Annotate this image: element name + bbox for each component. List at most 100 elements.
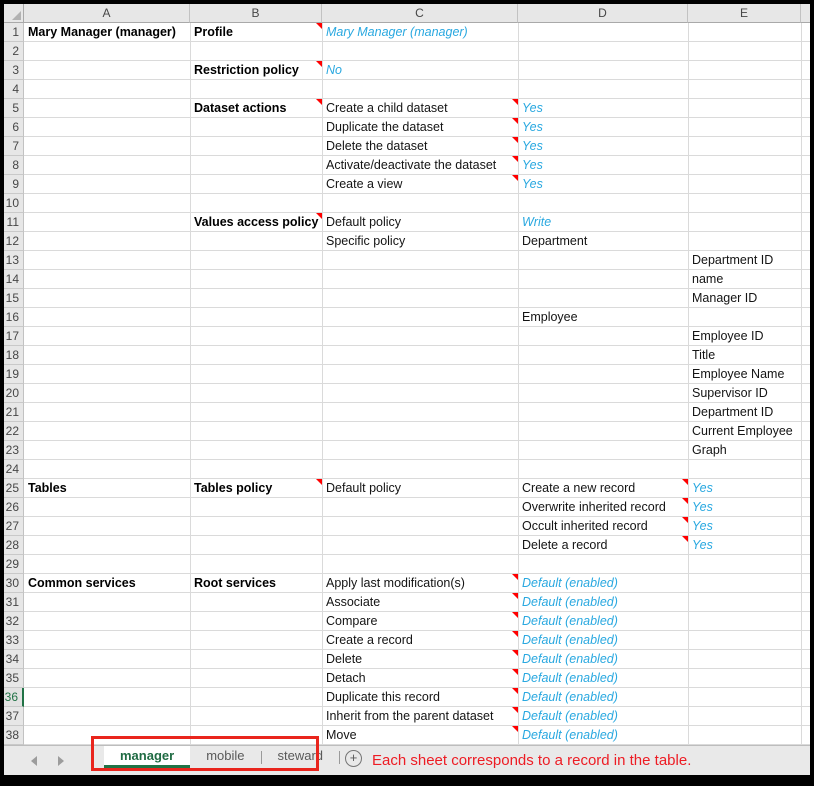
row-header-35[interactable]: 35: [4, 669, 24, 688]
row-header-36[interactable]: 36: [4, 688, 24, 707]
cell-C8[interactable]: Activate/deactivate the dataset: [322, 156, 518, 175]
column-header-D[interactable]: D: [518, 4, 688, 23]
cell-D25[interactable]: Create a new record: [518, 479, 688, 498]
cell-D7[interactable]: Yes: [518, 137, 688, 156]
cell-D28[interactable]: Delete a record: [518, 536, 688, 555]
cell-E17[interactable]: Employee ID: [688, 327, 801, 346]
row-header-33[interactable]: 33: [4, 631, 24, 650]
cell-C34[interactable]: Delete: [322, 650, 518, 669]
row-header-37[interactable]: 37: [4, 707, 24, 726]
cell-D32[interactable]: Default (enabled): [518, 612, 688, 631]
cell-D30[interactable]: Default (enabled): [518, 574, 688, 593]
row-header-14[interactable]: 14: [4, 270, 24, 289]
cell-C32[interactable]: Compare: [322, 612, 518, 631]
row-header-20[interactable]: 20: [4, 384, 24, 403]
row-header-8[interactable]: 8: [4, 156, 24, 175]
row-header-4[interactable]: 4: [4, 80, 24, 99]
row-header-16[interactable]: 16: [4, 308, 24, 327]
row-header-10[interactable]: 10: [4, 194, 24, 213]
row-header-27[interactable]: 27: [4, 517, 24, 536]
column-header-C[interactable]: C: [322, 4, 518, 23]
cell-C31[interactable]: Associate: [322, 593, 518, 612]
cell-C37[interactable]: Inherit from the parent dataset: [322, 707, 518, 726]
cell-D34[interactable]: Default (enabled): [518, 650, 688, 669]
cell-C11[interactable]: Default policy: [322, 213, 518, 232]
select-all-corner[interactable]: [4, 4, 24, 23]
cell-C35[interactable]: Detach: [322, 669, 518, 688]
cell-D8[interactable]: Yes: [518, 156, 688, 175]
cell-A25[interactable]: Tables: [24, 479, 190, 498]
column-header-B[interactable]: B: [190, 4, 322, 23]
chevron-right-icon[interactable]: [58, 756, 64, 766]
row-header-29[interactable]: 29: [4, 555, 24, 574]
cell-E15[interactable]: Manager ID: [688, 289, 801, 308]
cell-D26[interactable]: Overwrite inherited record: [518, 498, 688, 517]
cell-C6[interactable]: Duplicate the dataset: [322, 118, 518, 137]
row-header-2[interactable]: 2: [4, 42, 24, 61]
cell-E26[interactable]: Yes: [688, 498, 801, 517]
cell-D16[interactable]: Employee: [518, 308, 688, 327]
cell-E27[interactable]: Yes: [688, 517, 801, 536]
cell-D36[interactable]: Default (enabled): [518, 688, 688, 707]
cell-E21[interactable]: Department ID: [688, 403, 801, 422]
cell-D37[interactable]: Default (enabled): [518, 707, 688, 726]
cell-C9[interactable]: Create a view: [322, 175, 518, 194]
row-header-18[interactable]: 18: [4, 346, 24, 365]
row-header-1[interactable]: 1: [4, 23, 24, 42]
cell-E20[interactable]: Supervisor ID: [688, 384, 801, 403]
cell-E22[interactable]: Current Employee: [688, 422, 801, 441]
cell-B1[interactable]: Profile: [190, 23, 322, 42]
row-header-11[interactable]: 11: [4, 213, 24, 232]
cell-B5[interactable]: Dataset actions: [190, 99, 322, 118]
cell-B25[interactable]: Tables policy: [190, 479, 322, 498]
cell-C7[interactable]: Delete the dataset: [322, 137, 518, 156]
row-header-9[interactable]: 9: [4, 175, 24, 194]
cell-D12[interactable]: Department: [518, 232, 688, 251]
row-header-19[interactable]: 19: [4, 365, 24, 384]
cell-C33[interactable]: Create a record: [322, 631, 518, 650]
row-header-3[interactable]: 3: [4, 61, 24, 80]
cell-C1[interactable]: Mary Manager (manager): [322, 23, 518, 42]
cell-D35[interactable]: Default (enabled): [518, 669, 688, 688]
row-header-38[interactable]: 38: [4, 726, 24, 745]
row-header-26[interactable]: 26: [4, 498, 24, 517]
row-header-24[interactable]: 24: [4, 460, 24, 479]
cell-E19[interactable]: Employee Name: [688, 365, 801, 384]
sheet-tab-steward[interactable]: steward: [262, 746, 340, 768]
cell-C12[interactable]: Specific policy: [322, 232, 518, 251]
row-header-5[interactable]: 5: [4, 99, 24, 118]
cell-C3[interactable]: No: [322, 61, 518, 80]
cell-C38[interactable]: Move: [322, 726, 518, 745]
row-header-12[interactable]: 12: [4, 232, 24, 251]
column-header-E[interactable]: E: [688, 4, 801, 23]
cell-D9[interactable]: Yes: [518, 175, 688, 194]
row-header-15[interactable]: 15: [4, 289, 24, 308]
cell-B11[interactable]: Values access policy: [190, 213, 322, 232]
cell-D5[interactable]: Yes: [518, 99, 688, 118]
cell-E18[interactable]: Title: [688, 346, 801, 365]
row-header-13[interactable]: 13: [4, 251, 24, 270]
row-header-25[interactable]: 25: [4, 479, 24, 498]
row-header-28[interactable]: 28: [4, 536, 24, 555]
cell-E25[interactable]: Yes: [688, 479, 801, 498]
cell-D38[interactable]: Default (enabled): [518, 726, 688, 745]
cell-D6[interactable]: Yes: [518, 118, 688, 137]
row-header-32[interactable]: 32: [4, 612, 24, 631]
cell-B3[interactable]: Restriction policy: [190, 61, 322, 80]
row-header-34[interactable]: 34: [4, 650, 24, 669]
cell-A30[interactable]: Common services: [24, 574, 190, 593]
row-header-6[interactable]: 6: [4, 118, 24, 137]
sheet-tab-mobile[interactable]: mobile: [190, 746, 260, 768]
cell-C30[interactable]: Apply last modification(s): [322, 574, 518, 593]
row-header-17[interactable]: 17: [4, 327, 24, 346]
cell-B30[interactable]: Root services: [190, 574, 322, 593]
chevron-left-icon[interactable]: [31, 756, 37, 766]
cell-D31[interactable]: Default (enabled): [518, 593, 688, 612]
row-header-21[interactable]: 21: [4, 403, 24, 422]
cell-E13[interactable]: Department ID: [688, 251, 801, 270]
row-header-30[interactable]: 30: [4, 574, 24, 593]
column-header-A[interactable]: A: [24, 4, 190, 23]
cell-E28[interactable]: Yes: [688, 536, 801, 555]
cell-E14[interactable]: name: [688, 270, 801, 289]
row-header-23[interactable]: 23: [4, 441, 24, 460]
